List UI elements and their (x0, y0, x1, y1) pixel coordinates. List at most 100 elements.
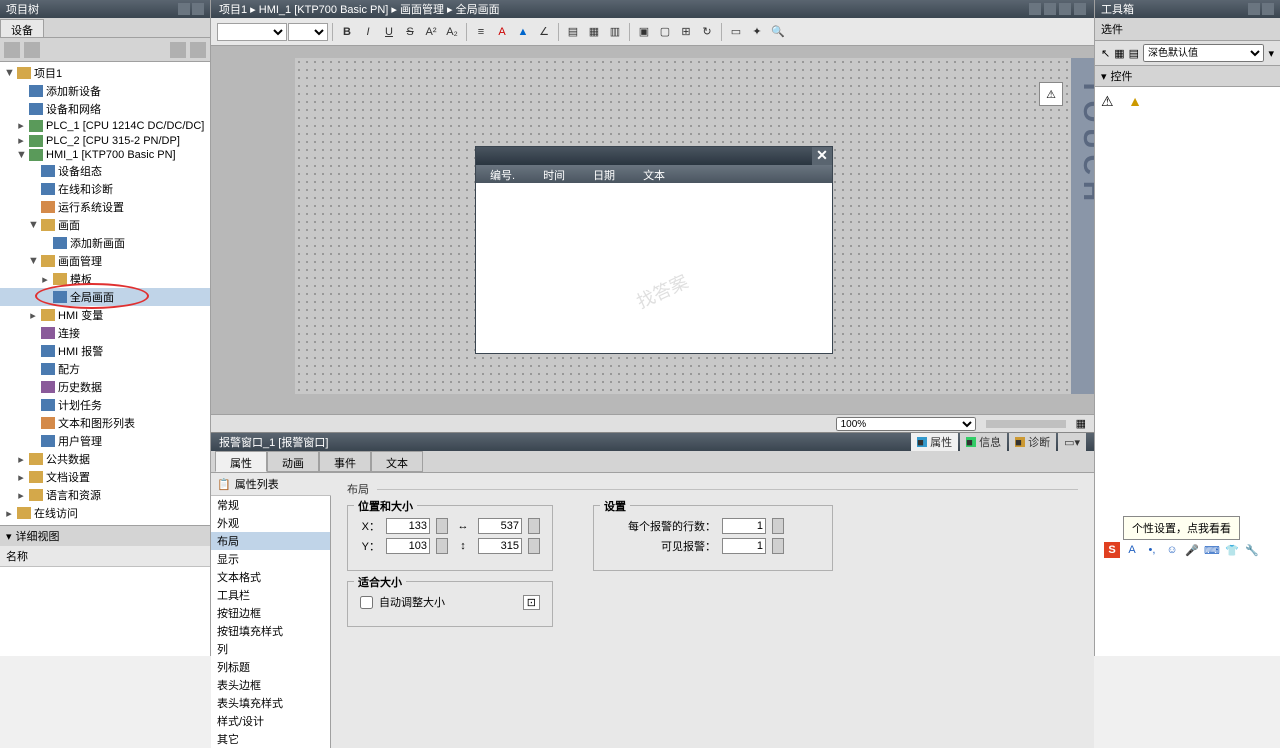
tree-node[interactable]: 运行系统设置 (0, 198, 210, 216)
superscript-button[interactable]: A² (421, 22, 441, 42)
zoom-button[interactable]: 🔍 (768, 22, 788, 42)
settings-tooltip[interactable]: 个性设置，点我看看 (1123, 516, 1240, 540)
spinner[interactable] (436, 538, 448, 554)
spinner[interactable] (772, 518, 784, 534)
fontcolor-button[interactable]: A (492, 22, 512, 42)
x-input[interactable] (386, 518, 430, 534)
bold-button[interactable]: B (337, 22, 357, 42)
property-list-item[interactable]: 列 (211, 640, 330, 658)
fillcolor-button[interactable]: ▲ (513, 22, 533, 42)
hdr-collapse-button[interactable]: ▭▾ (1058, 433, 1086, 451)
tree-node[interactable]: ▸文档设置 (0, 468, 210, 486)
grid-icon[interactable]: ▦ (1114, 47, 1124, 60)
hmi-canvas[interactable]: TOUCH ⚠ ✕ 编号. 时间 日期 文本 找答案 (295, 58, 1094, 394)
layer-button[interactable]: ▭ (726, 22, 746, 42)
zoom-select[interactable]: 100% (836, 417, 976, 431)
tree-node[interactable]: 设备和网络 (0, 100, 210, 118)
tree-node[interactable]: ▸语言和资源 (0, 486, 210, 504)
tree-node[interactable]: ▸HMI 变量 (0, 306, 210, 324)
ime-punct-icon[interactable]: •, (1144, 542, 1160, 558)
tree-node[interactable]: ▼画面管理 (0, 252, 210, 270)
property-list-item[interactable]: 工具栏 (211, 586, 330, 604)
tree-node[interactable]: 添加新画面 (0, 234, 210, 252)
layout-icon[interactable]: ▤ (1129, 47, 1139, 60)
ime-voice-icon[interactable]: 🎤 (1184, 542, 1200, 558)
spinner[interactable] (772, 538, 784, 554)
tree-node[interactable]: 用户管理 (0, 432, 210, 450)
property-list-item[interactable]: 按钮填充样式 (211, 622, 330, 640)
order-button[interactable]: ▣ (634, 22, 654, 42)
ime-lang-icon[interactable]: A (1124, 542, 1140, 558)
subscript-button[interactable]: A₂ (442, 22, 462, 42)
minimize-icon[interactable] (1029, 3, 1041, 15)
ime-skin-icon[interactable]: 👕 (1224, 542, 1240, 558)
spinner[interactable] (436, 518, 448, 534)
property-list-item[interactable]: 列标题 (211, 658, 330, 676)
tree-node[interactable]: 在线和诊断 (0, 180, 210, 198)
tree-node[interactable]: ▸在线访问 (0, 504, 210, 522)
ime-logo-icon[interactable]: S (1104, 542, 1120, 558)
tree-node[interactable]: 全局画面 (0, 288, 210, 306)
dialog-close-button[interactable]: ✕ (812, 147, 832, 165)
toolbar-icon[interactable] (190, 42, 206, 58)
restore-icon[interactable] (1059, 3, 1071, 15)
distribute-button[interactable]: ⊞ (676, 22, 696, 42)
property-list-item[interactable]: 按钮边框 (211, 604, 330, 622)
visible-alarms-input[interactable] (722, 538, 766, 554)
property-list-item[interactable]: 样式/设计 (211, 712, 330, 730)
property-list[interactable]: 常规外观布局显示文本格式工具栏按钮边框按钮填充样式列列标题表头边框表头填充样式样… (211, 496, 331, 748)
tab-animation[interactable]: 动画 (267, 451, 319, 472)
close-icon[interactable] (1074, 3, 1086, 15)
strike-button[interactable]: S (400, 22, 420, 42)
warning-control-icon[interactable]: ⚠ (1101, 93, 1119, 109)
italic-button[interactable]: I (358, 22, 378, 42)
device-tab[interactable]: 设备 (0, 19, 44, 37)
tree-node[interactable]: ▸公共数据 (0, 450, 210, 468)
rotate-button[interactable]: ↻ (697, 22, 717, 42)
tree-node[interactable]: 配方 (0, 360, 210, 378)
maximize-icon[interactable] (1044, 3, 1056, 15)
align-right-button[interactable]: ▥ (605, 22, 625, 42)
align-left-button[interactable]: ▤ (563, 22, 583, 42)
property-list-item[interactable]: 文本格式 (211, 568, 330, 586)
tab-events[interactable]: 事件 (319, 451, 371, 472)
controls-header[interactable]: ▾ 控件 (1095, 66, 1280, 87)
y-input[interactable] (386, 538, 430, 554)
panel-icon[interactable] (1248, 3, 1260, 15)
align-button[interactable]: ≡ (471, 22, 491, 42)
tree-node[interactable]: 设备组态 (0, 162, 210, 180)
tree-node[interactable]: 连接 (0, 324, 210, 342)
tree-node[interactable]: ▼项目1 (0, 64, 210, 82)
ime-tool-icon[interactable]: 🔧 (1244, 542, 1260, 558)
toolbar-icon[interactable] (4, 42, 20, 58)
hdr-tab-diagnostics[interactable]: ■诊断 (1009, 433, 1056, 451)
cursor-icon[interactable]: ↖ (1101, 47, 1110, 60)
tree-node[interactable]: 文本和图形列表 (0, 414, 210, 432)
property-list-item[interactable]: 其它 (211, 730, 330, 748)
hdr-tab-info[interactable]: ■信息 (960, 433, 1007, 451)
align-center-button[interactable]: ▦ (584, 22, 604, 42)
tree-node[interactable]: HMI 报警 (0, 342, 210, 360)
property-list-item[interactable]: 显示 (211, 550, 330, 568)
tab-properties[interactable]: 属性 (215, 451, 267, 472)
ime-emoji-icon[interactable]: ☺ (1164, 542, 1180, 558)
tree-node[interactable]: ▼HMI_1 [KTP700 Basic PN] (0, 148, 210, 162)
panel-icon[interactable] (192, 3, 204, 15)
linecolor-button[interactable]: ∠ (534, 22, 554, 42)
snap-button[interactable]: ✦ (747, 22, 767, 42)
zoom-slider[interactable] (986, 420, 1066, 428)
property-list-item[interactable]: 表头填充样式 (211, 694, 330, 712)
tree-node[interactable]: 添加新设备 (0, 82, 210, 100)
alarm-window[interactable]: ✕ 编号. 时间 日期 文本 (475, 146, 833, 354)
warning-triangle-icon[interactable]: ▲ (1128, 93, 1146, 109)
size-select[interactable] (288, 23, 328, 41)
group-button[interactable]: ▢ (655, 22, 675, 42)
auto-size-checkbox[interactable] (360, 596, 373, 609)
reset-size-button[interactable]: ⊡ (523, 595, 540, 610)
ime-keyboard-icon[interactable]: ⌨ (1204, 542, 1220, 558)
project-tree[interactable]: ▼项目1添加新设备设备和网络▸PLC_1 [CPU 1214C DC/DC/DC… (0, 62, 210, 525)
font-select[interactable] (217, 23, 287, 41)
w-input[interactable] (478, 518, 522, 534)
property-list-item[interactable]: 布局 (211, 532, 330, 550)
spinner[interactable] (528, 518, 540, 534)
